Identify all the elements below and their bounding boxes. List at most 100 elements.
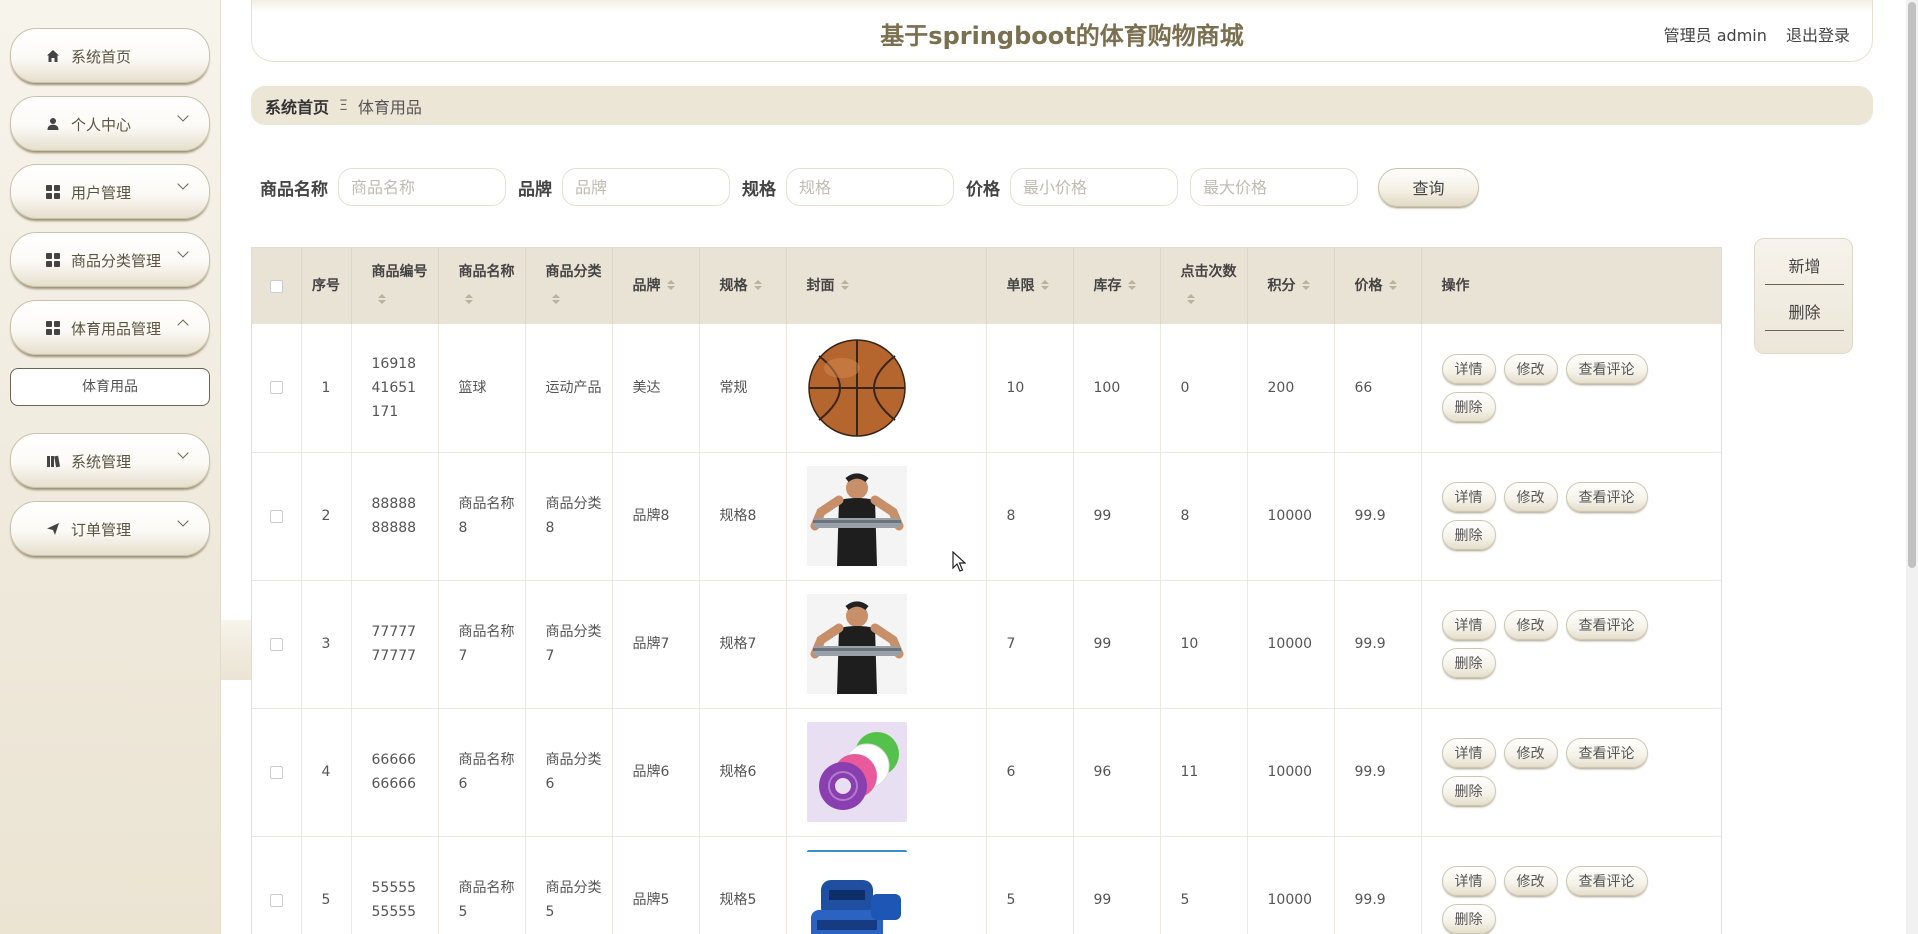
cell-code-text: 66666 66666 xyxy=(371,752,417,792)
delete-button[interactable]: 删除 xyxy=(1441,776,1496,806)
sidebar-item-system[interactable]: 系统管理 xyxy=(10,433,210,488)
edit-button[interactable]: 修改 xyxy=(1503,866,1558,896)
view-comments-button[interactable]: 查看评论 xyxy=(1565,610,1648,640)
sort-icon[interactable] xyxy=(1186,294,1195,306)
cover-image[interactable] xyxy=(806,337,986,438)
col-cover[interactable]: 封面 xyxy=(786,248,987,324)
col-actions: 操作 xyxy=(1421,248,1721,324)
sidebar-item-users[interactable]: 用户管理 xyxy=(10,164,210,219)
row-checkbox[interactable] xyxy=(269,381,283,395)
cell-brand: 品牌5 xyxy=(612,836,700,934)
sidebar-subitem-sports-goods[interactable]: 体育用品 xyxy=(10,368,210,406)
col-brand[interactable]: 品牌 xyxy=(612,248,700,324)
edit-button[interactable]: 修改 xyxy=(1503,482,1558,512)
cell-code: 66666 66666 xyxy=(351,708,439,837)
col-points[interactable]: 积分 xyxy=(1247,248,1335,324)
cell-clicks: 5 xyxy=(1160,836,1248,934)
row-checkbox[interactable] xyxy=(269,893,283,907)
cover-image[interactable] xyxy=(806,722,986,822)
edit-button[interactable]: 修改 xyxy=(1503,738,1558,768)
cell-price: 99.9 xyxy=(1334,708,1422,837)
sidebar-item-profile[interactable]: 个人中心 xyxy=(10,96,210,151)
cell-brand: 品牌6 xyxy=(612,708,700,837)
col-stock[interactable]: 库存 xyxy=(1073,248,1161,324)
sort-icon[interactable] xyxy=(1127,280,1136,292)
col-spec[interactable]: 规格 xyxy=(699,248,787,324)
col-index: 序号 xyxy=(301,248,352,324)
add-button[interactable]: 新增 xyxy=(1765,249,1844,285)
edit-button[interactable]: 修改 xyxy=(1503,353,1558,384)
col-price[interactable]: 价格 xyxy=(1334,248,1422,324)
sidebar-item-category[interactable]: 商品分类管理 xyxy=(10,232,210,287)
user-area: 管理员 admin 退出登录 xyxy=(1664,22,1850,46)
min-price-input[interactable] xyxy=(1010,168,1178,206)
chevron-down-icon xyxy=(177,178,189,190)
col-name[interactable]: 商品名称 xyxy=(438,248,526,324)
detail-button[interactable]: 详情 xyxy=(1441,738,1496,768)
col-clicks[interactable]: 点击次数 xyxy=(1160,248,1248,324)
sort-icon[interactable] xyxy=(666,280,675,292)
cell-index: 4 xyxy=(301,708,352,837)
delete-button[interactable]: 删除 xyxy=(1441,904,1496,934)
cell-category: 商品分类 7 xyxy=(525,580,613,709)
view-comments-button[interactable]: 查看评论 xyxy=(1565,353,1648,384)
breadcrumb: 系统首页 Ξ 体育用品 xyxy=(251,86,1873,125)
name-input[interactable] xyxy=(338,168,506,206)
row-checkbox[interactable] xyxy=(269,637,283,651)
cell-code: 77777 77777 xyxy=(351,580,439,709)
sort-icon[interactable] xyxy=(753,280,762,292)
sidebar: 系统首页 个人中心 用户管理 商品分类管理 体育用品管理 体育用品 系统管理 订… xyxy=(0,0,221,934)
sidebar-item-orders[interactable]: 订单管理 xyxy=(10,501,210,556)
view-comments-button[interactable]: 查看评论 xyxy=(1565,482,1648,512)
query-button[interactable]: 查询 xyxy=(1378,167,1479,207)
table-header-row: 序号 商品编号 商品名称 商品分类 品牌 规格 封面 单限 库存 点击次数 积分… xyxy=(252,248,1721,324)
col-limit[interactable]: 单限 xyxy=(986,248,1074,324)
sort-icon[interactable] xyxy=(1040,280,1049,292)
cell-code-text: 88888 88888 xyxy=(371,496,417,536)
book-icon xyxy=(45,453,61,469)
sort-icon[interactable] xyxy=(840,280,849,292)
cell-index: 1 xyxy=(301,324,352,453)
sort-icon[interactable] xyxy=(377,294,386,306)
detail-button[interactable]: 详情 xyxy=(1441,353,1496,384)
sidebar-item-home[interactable]: 系统首页 xyxy=(10,28,210,83)
table-row: 2 88888 88888 商品名称 8 商品分类 8 品牌8 规格8 8 99 8 … xyxy=(252,452,1721,581)
sort-icon[interactable] xyxy=(464,294,473,306)
col-category[interactable]: 商品分类 xyxy=(525,248,613,324)
row-checkbox[interactable] xyxy=(269,765,283,779)
cover-image[interactable] xyxy=(806,594,986,694)
logout-link[interactable]: 退出登录 xyxy=(1786,26,1850,45)
brand-input[interactable] xyxy=(562,168,730,206)
delete-button[interactable]: 删除 xyxy=(1441,391,1496,422)
scrollbar-thumb[interactable] xyxy=(1908,2,1916,568)
edit-button[interactable]: 修改 xyxy=(1503,610,1558,640)
home-icon xyxy=(45,48,61,64)
row-checkbox[interactable] xyxy=(269,509,283,523)
max-price-input[interactable] xyxy=(1190,168,1358,206)
spec-input[interactable] xyxy=(786,168,954,206)
sort-icon[interactable] xyxy=(551,294,560,306)
delete-button[interactable]: 删除 xyxy=(1441,520,1496,550)
sort-icon[interactable] xyxy=(1301,280,1310,292)
col-code[interactable]: 商品编号 xyxy=(351,248,439,324)
detail-button[interactable]: 详情 xyxy=(1441,610,1496,640)
page-scrollbar[interactable] xyxy=(1906,0,1918,934)
cell-clicks: 11 xyxy=(1160,708,1248,837)
view-comments-button[interactable]: 查看评论 xyxy=(1565,866,1648,896)
view-comments-button[interactable]: 查看评论 xyxy=(1565,738,1648,768)
cover-image[interactable] xyxy=(806,850,986,934)
sidebar-item-sports-goods[interactable]: 体育用品管理 xyxy=(10,300,210,355)
detail-button[interactable]: 详情 xyxy=(1441,482,1496,512)
delete-button[interactable]: 删除 xyxy=(1441,648,1496,678)
grid-icon xyxy=(45,320,61,336)
cell-name: 商品名称 8 xyxy=(438,452,526,581)
spec-label: 规格 xyxy=(742,179,776,200)
grid-icon xyxy=(45,252,61,268)
sidebar-item-label: 体育用品管理 xyxy=(71,320,162,338)
breadcrumb-home[interactable]: 系统首页 xyxy=(265,94,329,118)
row-select-cell xyxy=(252,324,302,453)
batch-delete-button[interactable]: 删除 xyxy=(1765,295,1844,331)
sort-icon[interactable] xyxy=(1388,280,1397,292)
detail-button[interactable]: 详情 xyxy=(1441,866,1496,896)
select-all-checkbox[interactable] xyxy=(269,279,283,293)
